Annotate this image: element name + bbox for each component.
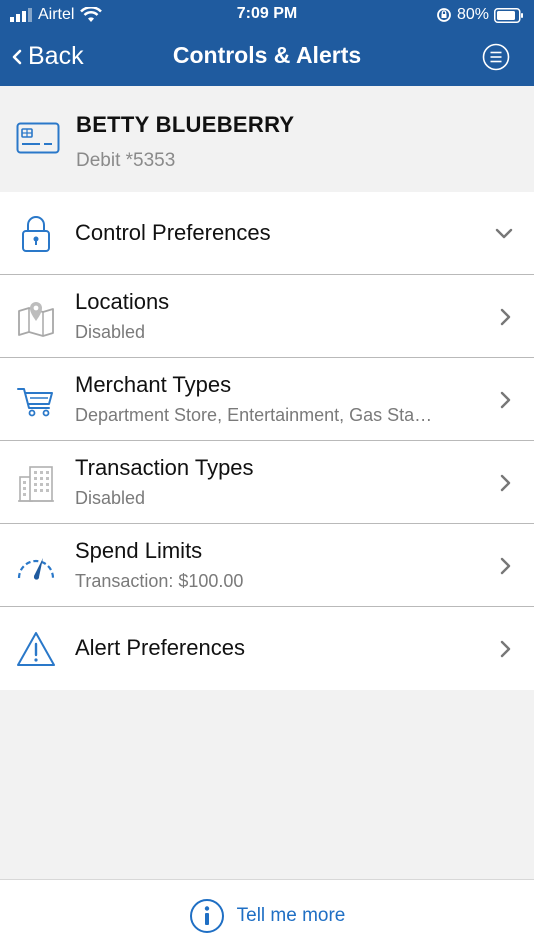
debit-card-icon	[16, 122, 60, 154]
control-preferences-row[interactable]: Control Preferences	[0, 192, 534, 275]
page-title: Controls & Alerts	[172, 42, 362, 68]
chevron-right-icon	[500, 640, 511, 658]
row-subtitle: Department Store, Entertainment, Gas Sta…	[75, 405, 433, 425]
merchant-types-row[interactable]: Merchant Types Department Store, Enterta…	[0, 358, 534, 441]
buildings-icon	[18, 466, 54, 502]
warning-icon	[17, 632, 55, 666]
menu-icon[interactable]	[482, 43, 510, 71]
account-section	[0, 86, 534, 192]
map-pin-icon	[18, 302, 54, 337]
row-title: Control Preferences	[75, 220, 271, 245]
row-title: Spend Limits	[75, 538, 203, 563]
cart-icon	[17, 388, 53, 417]
chevron-right-icon	[500, 308, 511, 326]
gauge-icon	[17, 558, 55, 580]
chevron-right-icon	[500, 557, 511, 575]
info-icon	[189, 899, 224, 933]
tell-me-more-link[interactable]: Tell me more	[0, 898, 534, 934]
card-label: Debit *5353	[76, 150, 176, 171]
chevron-down-icon	[495, 228, 513, 239]
row-subtitle: Transaction: $100.00	[75, 571, 244, 591]
row-subtitle: Disabled	[75, 322, 146, 342]
row-title: Locations	[75, 289, 170, 314]
chevron-right-icon	[500, 391, 511, 409]
row-subtitle: Disabled	[75, 488, 146, 508]
nav-bar: Back Controls & Alerts	[0, 38, 534, 78]
battery-percent: 80%	[456, 6, 489, 23]
transaction-types-row[interactable]: Transaction Types Disabled	[0, 441, 534, 524]
status-bar: Airtel 7:09 PM 80%	[0, 0, 534, 30]
alert-preferences-row[interactable]: Alert Preferences	[0, 607, 534, 690]
footer-bar: Tell me more	[0, 879, 534, 950]
spend-limits-row[interactable]: Spend Limits Transaction: $100.00	[0, 524, 534, 607]
settings-list: Control Preferences Locations Disabled M…	[0, 192, 534, 690]
row-title: Transaction Types	[75, 455, 254, 480]
tell-me-more-label: Tell me more	[236, 905, 346, 926]
locations-row[interactable]: Locations Disabled	[0, 275, 534, 358]
lock-icon	[22, 216, 50, 252]
row-title: Merchant Types	[75, 372, 232, 397]
battery-icon	[494, 7, 523, 23]
top-header: Airtel 7:09 PM 80% Back Controls & Alert…	[0, 0, 534, 86]
rotation-lock-icon	[437, 8, 451, 22]
chevron-right-icon	[500, 474, 511, 492]
row-title: Alert Preferences	[75, 635, 245, 660]
account-holder-name: BETTY BLUEBERRY	[76, 112, 295, 137]
